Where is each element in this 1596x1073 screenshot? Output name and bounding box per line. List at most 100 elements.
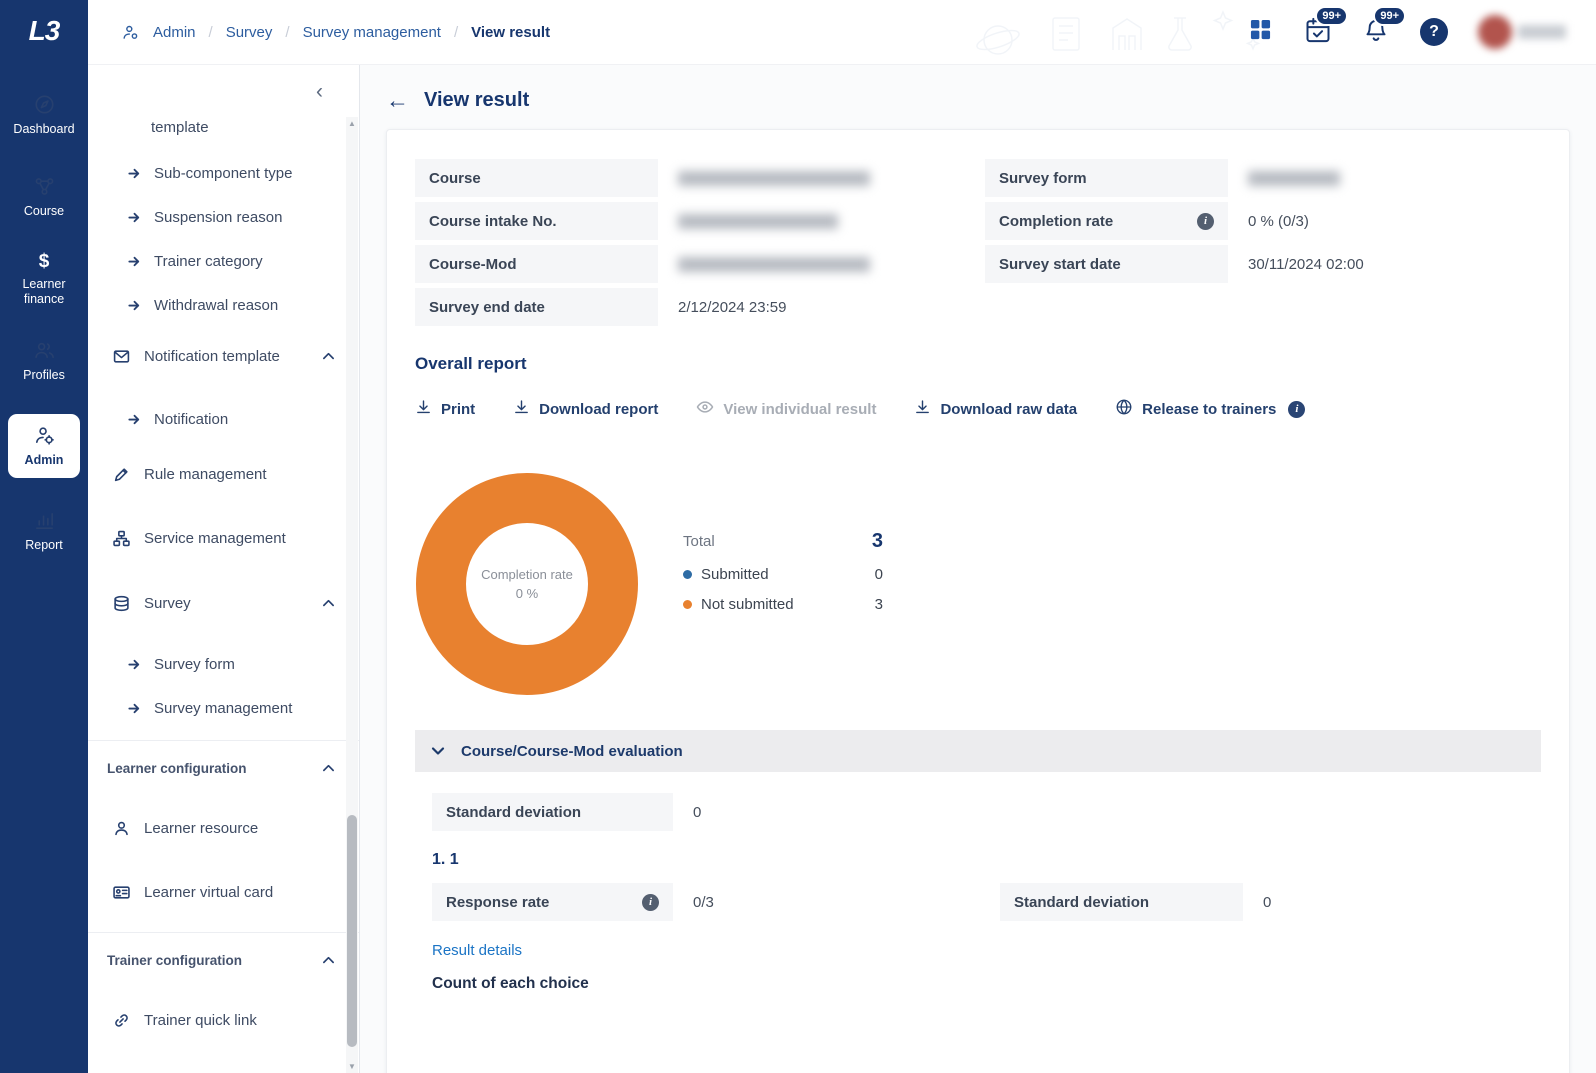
sitemap-icon <box>113 530 130 547</box>
rail-item-dashboard[interactable]: Dashboard <box>5 86 83 144</box>
rail-item-report[interactable]: Report <box>5 502 83 560</box>
help-icon: ? <box>1420 18 1448 46</box>
total-count: 3 <box>872 530 883 553</box>
info-icon[interactable]: i <box>642 894 659 911</box>
rail-item-profiles[interactable]: Profiles <box>5 332 83 390</box>
help-button[interactable]: ? <box>1420 18 1448 46</box>
tasks-button[interactable]: 99+ <box>1304 16 1332 49</box>
sidebar-item-suspension-reason[interactable]: Suspension reason <box>88 195 359 239</box>
download-raw-data-button[interactable]: Download raw data <box>914 399 1077 420</box>
rail-item-label: Profiles <box>23 368 65 382</box>
breadcrumb-separator: / <box>285 24 289 41</box>
course-mod-value <box>678 245 965 283</box>
breadcrumb-admin[interactable]: Admin <box>153 24 196 41</box>
sidebar-item-survey-form[interactable]: Survey form <box>88 642 359 686</box>
sidebar-item-service-management[interactable]: Service management <box>88 510 359 566</box>
view-individual-result-button: View individual result <box>696 398 876 420</box>
course-intake-label: Course intake No. <box>415 202 658 240</box>
rule-pen-icon <box>113 466 130 483</box>
survey-end-label: Survey end date <box>415 288 658 326</box>
top-header: Admin / Survey / Survey management / Vie… <box>88 0 1596 65</box>
breadcrumb-survey-management[interactable]: Survey management <box>303 24 441 41</box>
completion-chart-row: Completion rate 0 % Total 3 Submitted 0 <box>415 472 1541 696</box>
redacted-value <box>1248 171 1340 186</box>
sidebar-item-trainer-quick-link[interactable]: Trainer quick link <box>88 992 359 1048</box>
sidebar-item-learner-virtual-card[interactable]: Learner virtual card <box>88 864 359 920</box>
sidebar-section-trainer-configuration[interactable]: Trainer configuration <box>88 932 359 988</box>
sidebar-item-survey-management[interactable]: Survey management <box>88 686 359 730</box>
survey-form-value <box>1248 159 1541 197</box>
count-of-each-choice-heading: Count of each choice <box>432 975 1541 993</box>
person-icon <box>113 820 130 837</box>
collapse-sidebar-icon[interactable]: ‹ <box>316 81 323 102</box>
legend-total-row: Total 3 <box>683 530 883 553</box>
info-icon[interactable]: i <box>1197 213 1214 230</box>
survey-layers-icon <box>113 595 130 612</box>
release-to-trainers-button[interactable]: Release to trainers i <box>1115 398 1305 420</box>
completion-rate-label: Completion rate i <box>985 202 1228 240</box>
chevron-up-icon <box>322 954 335 967</box>
evaluation-section-header[interactable]: Course/Course-Mod evaluation <box>415 730 1541 772</box>
print-button[interactable]: Print <box>415 399 475 420</box>
course-mod-label: Course-Mod <box>415 245 658 283</box>
donut-center-label: Completion rate 0 % <box>415 472 639 696</box>
breadcrumb-separator: / <box>454 24 458 41</box>
sidebar-scrollbar: ▲ ▼ <box>346 117 358 1073</box>
back-arrow-icon[interactable]: ← <box>386 89 409 112</box>
page-title-row: ← View result <box>386 89 1570 112</box>
sidebar-item-notification[interactable]: Notification <box>88 397 359 441</box>
standard-deviation2-value: 0 <box>1263 883 1541 921</box>
info-icon[interactable]: i <box>1288 401 1305 418</box>
course-value <box>678 159 965 197</box>
chart-legend: Total 3 Submitted 0 Not submitted 3 <box>683 530 883 696</box>
sidebar-item-withdrawal-reason[interactable]: Withdrawal reason <box>88 283 359 327</box>
survey-start-label: Survey start date <box>985 245 1228 283</box>
sidebar-item-learner-resource[interactable]: Learner resource <box>88 800 359 856</box>
sidebar-item-sub-component-type[interactable]: Sub-component type <box>88 151 359 195</box>
chevron-up-icon <box>322 762 335 775</box>
rail-item-course[interactable]: Course <box>5 168 83 226</box>
user-avatar[interactable] <box>1478 13 1570 51</box>
arrow-right-icon <box>127 412 142 427</box>
arrow-right-icon <box>127 298 142 313</box>
legend-submitted-row: Submitted 0 <box>683 566 883 583</box>
legend-not-submitted-row: Not submitted 3 <box>683 596 883 613</box>
redacted-value <box>678 214 838 229</box>
rail-item-label: Admin <box>25 453 64 467</box>
grid-spacer <box>1248 288 1541 326</box>
sidebar-nav-list: template Sub-component type Suspension r… <box>88 117 359 1073</box>
rail-item-learner-finance[interactable]: $ Learner finance <box>5 250 83 308</box>
sidebar-item-survey[interactable]: Survey <box>88 574 359 632</box>
result-details-link[interactable]: Result details <box>432 942 522 959</box>
sidebar-section-learner-configuration[interactable]: Learner configuration <box>88 740 359 796</box>
sidebar-item-template-partial[interactable]: template <box>88 117 359 151</box>
response-rate-label: Response rate i <box>432 883 673 921</box>
page-title: View result <box>424 89 529 112</box>
app-logo[interactable]: L3 <box>29 0 60 62</box>
course-icon <box>33 175 56 198</box>
admin-icon <box>33 424 56 447</box>
rail-item-label: Course <box>24 204 64 218</box>
submitted-count: 0 <box>875 566 883 583</box>
course-label: Course <box>415 159 658 197</box>
sidebar-item-trainer-category[interactable]: Trainer category <box>88 239 359 283</box>
scroll-down-arrow[interactable]: ▼ <box>346 1060 358 1073</box>
grid-spacer <box>1263 793 1541 831</box>
scroll-up-arrow[interactable]: ▲ <box>346 117 358 130</box>
result-card: Course Survey form Course intake No. Com… <box>386 129 1570 1073</box>
download-icon <box>513 399 530 420</box>
breadcrumb: Admin / Survey / Survey management / Vie… <box>121 23 550 42</box>
sidebar-item-notification-template[interactable]: Notification template <box>88 327 359 385</box>
rail-item-admin[interactable]: Admin <box>8 414 80 478</box>
apps-grid-button[interactable] <box>1247 16 1274 48</box>
sidebar-item-rule-management[interactable]: Rule management <box>88 446 359 502</box>
notifications-button[interactable]: 99+ <box>1362 16 1390 49</box>
rail-item-label: Dashboard <box>13 122 74 136</box>
download-report-button[interactable]: Download report <box>513 399 658 420</box>
rail-item-label: Report <box>25 538 63 552</box>
survey-end-value: 2/12/2024 23:59 <box>678 288 965 326</box>
grid-spacer <box>985 288 1228 326</box>
breadcrumb-survey[interactable]: Survey <box>226 24 273 41</box>
breadcrumb-separator: / <box>209 24 213 41</box>
scrollbar-thumb[interactable] <box>347 815 357 1047</box>
